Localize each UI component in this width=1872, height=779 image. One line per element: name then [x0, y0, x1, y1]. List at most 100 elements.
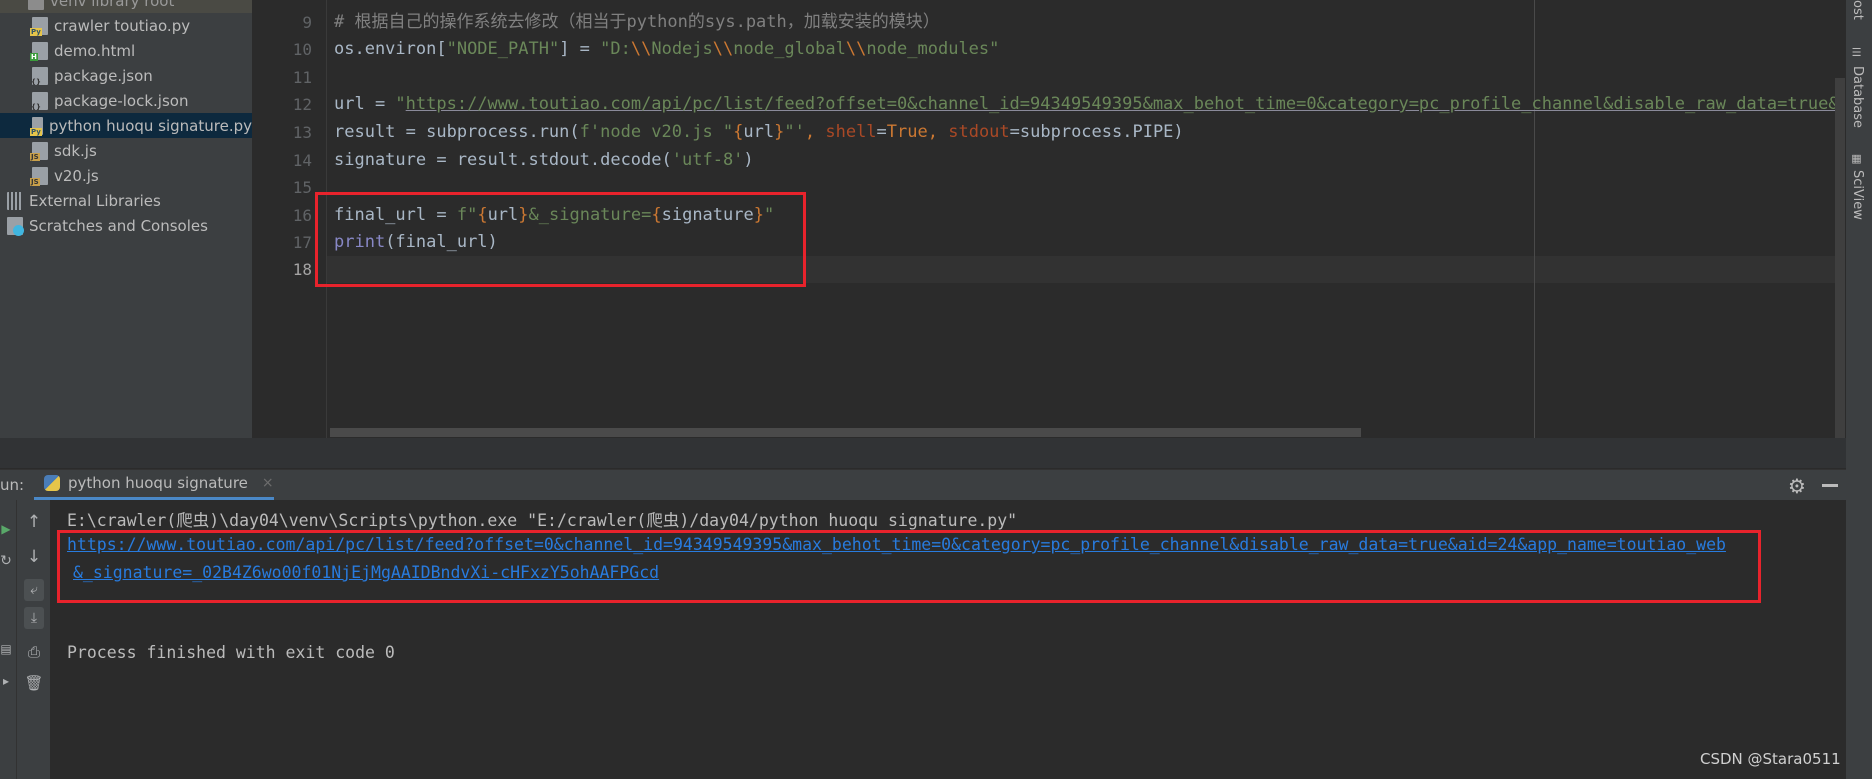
tree-item-label: crawler toutiao.py: [54, 16, 191, 35]
string-token: node_modules": [866, 39, 1000, 59]
highlight-box-code: [315, 192, 806, 287]
tree-item-label: Scratches and Consoles: [29, 216, 208, 235]
code-token: ] =: [559, 39, 601, 59]
tree-item-label: sdk.js: [54, 141, 97, 160]
code-token: url: [743, 122, 775, 142]
console-exit-message: Process finished with exit code 0: [67, 643, 395, 662]
tree-item-label: v20.js: [54, 166, 99, 185]
close-icon[interactable]: ×: [262, 475, 274, 491]
restart-icon[interactable]: ↻: [0, 550, 16, 572]
scratches-icon: [7, 216, 24, 236]
code-token: url =: [334, 94, 396, 114]
tree-item-demo-html[interactable]: Hdemo.html: [0, 38, 252, 63]
tool-window-sciview[interactable]: SciView: [1850, 170, 1865, 220]
horizontal-scrollbar[interactable]: [330, 428, 1361, 437]
code-line-12: url = "https://www.toutiao.com/api/pc/li…: [334, 91, 1835, 118]
tree-item-sdk-js[interactable]: JS sdk.js: [0, 138, 252, 163]
run-toolbar-secondary: ↑ ↓ ⤶ ⤓ ⎙ 🗑: [17, 500, 50, 779]
run-toolbar-primary: ▶ ↻ ▤ ▸: [0, 500, 17, 779]
json-file-icon: {}: [31, 66, 48, 86]
pin-icon[interactable]: ▸: [0, 670, 16, 692]
comment: # 根据自己的操作系统去修改（相当于python的sys.path，加载安装的模…: [334, 12, 940, 32]
tree-item-crawler-toutiao[interactable]: Py crawler toutiao.py: [0, 13, 252, 38]
tree-item-label: python huoqu signature.py: [48, 116, 252, 135]
project-tree: venv library root Py crawler toutiao.py H…: [0, 0, 252, 438]
folder-icon: [28, 0, 44, 10]
sciview-icon: ▦: [1850, 152, 1863, 165]
string-token: f'node v20.js ": [579, 122, 734, 142]
minimize-icon[interactable]: [1822, 484, 1838, 487]
code-line-10: os.environ["NODE_PATH"] = "D:\\Nodejs\\n…: [334, 36, 999, 63]
string-token: node_global: [733, 39, 846, 59]
tree-item-label: External Libraries: [29, 191, 161, 210]
code-token: result = subprocess.run(: [334, 122, 580, 142]
trash-icon[interactable]: 🗑: [24, 672, 44, 694]
code-line-14: signature = result.stdout.decode('utf-8'…: [334, 147, 754, 174]
line-number: 9: [302, 13, 312, 32]
run-tab-label: python huoqu signature: [68, 474, 248, 492]
line-number: 14: [292, 151, 312, 170]
scroll-to-end-icon[interactable]: ⤓: [24, 607, 44, 629]
layout-icon[interactable]: ▤: [0, 638, 16, 660]
tree-item-venv[interactable]: venv library root: [0, 0, 252, 13]
tree-item-python-huoqu-signature[interactable]: Py python huoqu signature.py: [0, 113, 252, 138]
console-command-line: E:\crawler(爬虫)\day04\venv\Scripts\python…: [67, 511, 1018, 530]
breadcrumb-bar: [0, 438, 1846, 469]
line-number: 17: [292, 233, 312, 252]
string-token: "NODE_PATH": [446, 39, 560, 59]
string-token: 'utf-8': [671, 150, 744, 170]
tree-item-label: demo.html: [54, 41, 136, 60]
database-icon: ☰: [1850, 46, 1863, 59]
code-token: ,: [927, 122, 949, 142]
python-file-icon: Py: [30, 16, 48, 36]
line-number: 16: [292, 206, 312, 225]
code-token: ,: [804, 122, 826, 142]
kwarg-token: stdout: [948, 122, 1010, 142]
python-file-icon: Py: [30, 116, 43, 136]
url-string-link[interactable]: https://www.toutiao.com/api/pc/list/feed…: [406, 94, 1835, 114]
code-token: =: [876, 122, 887, 142]
string-token: ": [395, 94, 406, 114]
library-icon: [7, 191, 23, 210]
tree-item-package-lock-json[interactable]: {} package-lock.json: [0, 88, 252, 113]
json-file-icon: {}: [31, 91, 48, 111]
line-number: 13: [292, 123, 312, 142]
right-tool-strip: ost ☰ Database ▦ SciView: [1846, 0, 1872, 779]
arrow-up-icon[interactable]: ↑: [24, 511, 44, 533]
string-token: "': [784, 122, 805, 142]
code-line-9: # 根据自己的操作系统去修改（相当于python的sys.path，加载安装的模…: [334, 9, 940, 36]
code-token: =subprocess.PIPE): [1009, 122, 1184, 142]
tree-item-scratches[interactable]: Scratches and Consoles: [0, 213, 252, 238]
js-file-icon: JS: [30, 141, 48, 161]
highlight-box-output: [57, 530, 1761, 603]
run-panel-header: [0, 469, 1846, 500]
gear-icon[interactable]: ⚙: [1788, 474, 1806, 498]
string-token: Nodejs: [651, 39, 713, 59]
tree-item-external-libraries[interactable]: External Libraries: [0, 188, 252, 213]
tree-item-package-json[interactable]: {} package.json: [0, 63, 252, 88]
html-file-icon: H: [30, 41, 48, 61]
line-number: 10: [292, 40, 312, 59]
string-token: "D:: [600, 39, 631, 59]
vertical-scrollbar[interactable]: [1835, 78, 1845, 438]
tree-item-v20-js[interactable]: JS v20.js: [0, 163, 252, 188]
escape-token: \\: [712, 39, 734, 59]
python-icon: [44, 475, 60, 491]
arrow-down-icon[interactable]: ↓: [24, 546, 44, 568]
tool-window-database[interactable]: Database: [1850, 66, 1865, 128]
rerun-icon[interactable]: ▶: [0, 518, 16, 540]
line-number-current: 18: [292, 260, 312, 279]
line-number: 11: [292, 68, 312, 87]
soft-wrap-icon[interactable]: ⤶: [24, 579, 44, 601]
tool-window-rest[interactable]: ost: [1850, 0, 1865, 20]
run-tab[interactable]: python huoqu signature ×: [34, 469, 274, 500]
watermark: CSDN @Stara0511: [1700, 750, 1841, 768]
js-file-icon: JS: [30, 166, 48, 186]
escape-token: \\: [630, 39, 652, 59]
tree-item-label: package.json: [54, 66, 153, 85]
kwarg-token: shell: [825, 122, 877, 142]
print-icon[interactable]: ⎙: [24, 641, 44, 663]
code-line-13: result = subprocess.run(f'node v20.js "{…: [334, 119, 1184, 146]
code-token: ): [743, 150, 754, 170]
escape-token: \\: [845, 39, 867, 59]
